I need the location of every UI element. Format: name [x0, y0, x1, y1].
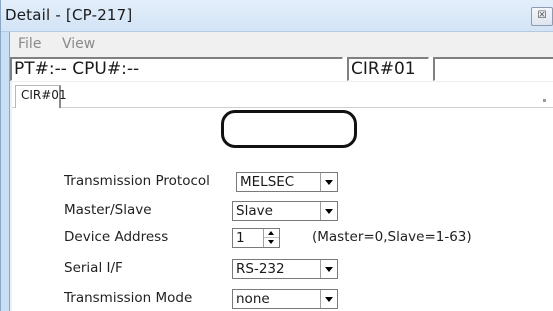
pt-cpu-field: PT#:-- CPU#:-- — [10, 57, 343, 81]
highlight-ring — [221, 110, 357, 148]
title-bar[interactable]: Detail - [CP-217] ☒ — [1, 0, 553, 32]
extra-status-field — [433, 57, 553, 81]
transmission-protocol-select[interactable]: MELSEC — [236, 172, 338, 192]
spin-up-icon[interactable] — [264, 229, 279, 238]
device-address-value: 1 — [236, 230, 245, 246]
cir-field: CIR#01 — [347, 57, 429, 81]
transmission-protocol-value: MELSEC — [240, 174, 295, 190]
device-address-label: Device Address — [64, 229, 169, 245]
detail-window: Detail - [CP-217] ☒ File View PT#:-- CPU… — [0, 0, 553, 311]
tab-strip-edge — [543, 99, 546, 102]
close-icon: ☒ — [537, 10, 547, 21]
device-address-stepper[interactable]: 1 — [232, 228, 280, 248]
serial-if-label: Serial I/F — [64, 260, 123, 276]
spin-down-icon[interactable] — [264, 238, 279, 247]
master-slave-label: Master/Slave — [64, 202, 152, 218]
transmission-protocol-label: Transmission Protocol — [64, 173, 210, 189]
transmission-mode-select[interactable]: none — [232, 289, 338, 309]
serial-if-select[interactable]: RS-232 — [232, 259, 338, 279]
client-area: File View PT#:-- CPU#:-- CIR#01 CIR#01 T… — [9, 32, 553, 311]
serial-if-value: RS-232 — [236, 261, 285, 277]
spin-buttons — [263, 229, 279, 247]
master-slave-value: Slave — [236, 203, 273, 219]
window-title: Detail - [CP-217] — [5, 6, 133, 24]
tab-strip: CIR#01 — [12, 82, 553, 108]
tab-cir01[interactable]: CIR#01 — [15, 85, 67, 108]
chevron-down-icon[interactable] — [320, 173, 337, 191]
device-address-hint: (Master=0,Slave=1-63) — [312, 229, 472, 245]
chevron-down-icon[interactable] — [320, 290, 337, 308]
master-slave-select[interactable]: Slave — [232, 201, 338, 221]
chevron-down-icon[interactable] — [320, 202, 337, 220]
status-row: PT#:-- CPU#:-- CIR#01 — [10, 57, 553, 81]
menu-view[interactable]: View — [62, 36, 95, 52]
chevron-down-icon[interactable] — [320, 260, 337, 278]
tab-label: CIR#01 — [21, 88, 67, 102]
menu-bar: File View — [10, 32, 553, 56]
transmission-mode-label: Transmission Mode — [64, 290, 193, 306]
transmission-mode-value: none — [236, 291, 270, 307]
close-button[interactable]: ☒ — [531, 7, 553, 26]
menu-file[interactable]: File — [18, 36, 41, 52]
